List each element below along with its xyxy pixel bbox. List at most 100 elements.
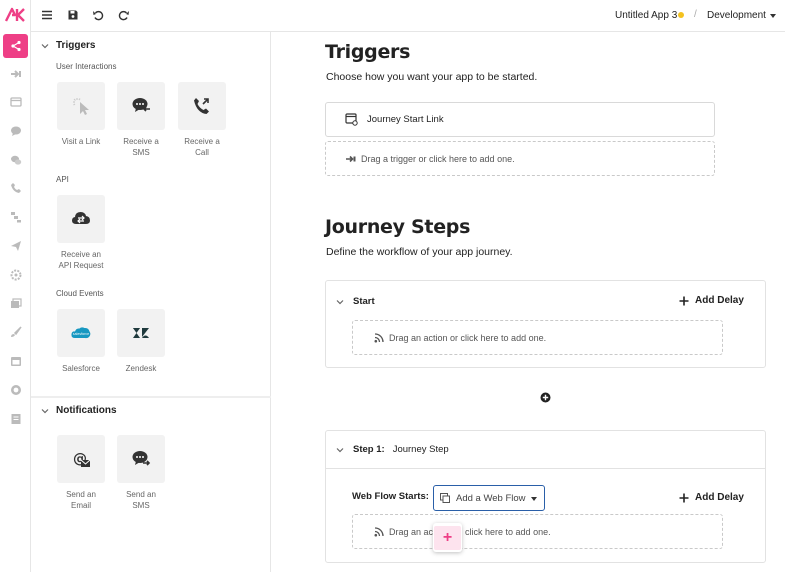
phone-icon [10,183,21,193]
add-delay-button[interactable]: Add Delay [679,295,744,306]
rail-steps[interactable] [3,205,28,229]
journey-steps-heading: Journey Steps [325,216,471,238]
chevron-down-icon [336,447,344,452]
rail-document[interactable] [3,407,28,431]
link-page-icon [345,113,358,126]
step-number: Step 1: [353,444,385,455]
trigger-journey-start-link[interactable]: Journey Start Link [325,102,715,137]
notifications-section-header[interactable]: Notifications [41,405,117,416]
undo-button[interactable] [91,8,105,22]
web-icon [9,97,22,107]
tile-send-sms[interactable] [117,435,165,483]
click-icon [73,98,89,115]
top-bar: Untitled App 3 / Development [31,0,785,32]
caret-down-icon[interactable] [770,14,776,18]
tile-receive-sms[interactable] [117,82,165,130]
add-delay-button[interactable]: Add Delay [679,492,744,503]
notifications-section-title: Notifications [56,405,117,416]
web-flow-icon [440,493,450,503]
rail-brush[interactable] [3,320,28,344]
triggers-section-header[interactable]: Triggers [41,40,95,51]
environment-select[interactable]: Development [707,10,766,21]
chevron-down-icon [41,408,49,413]
step-name[interactable]: Journey Step [393,444,449,455]
api-icon [72,212,90,224]
rail-settings[interactable] [3,263,28,287]
sms-receive-icon [132,98,150,112]
plus-icon [679,493,689,502]
add-step-icon[interactable] [540,392,551,403]
rail-cards[interactable] [3,292,28,316]
calendar-icon [10,357,21,366]
rail-phone[interactable] [3,176,28,200]
rail-send[interactable] [3,234,28,258]
status-dot [678,12,684,18]
chevron-down-icon [41,43,49,48]
salesforce-icon: salesforce [71,327,91,339]
rss-icon [374,332,384,342]
undo-icon [93,10,104,21]
triggers-subtitle: Choose how you want your app to be start… [326,71,538,83]
web-flow-placeholder: Add a Web Flow [456,492,526,504]
step-card-header[interactable]: Step 1: Journey Step [336,444,449,455]
step-action-drop-zone[interactable]: Drag an ac click here to add one. [352,514,723,549]
trigger-icon [10,70,21,78]
rail-web[interactable] [3,90,28,114]
start-card-header[interactable]: Start [336,296,383,307]
menu-icon [42,10,52,20]
zendesk-icon [133,328,149,338]
palette-panel: Triggers User Interactions Visit a Link … [31,32,271,572]
save-icon [68,10,78,20]
action-drop-zone[interactable]: Drag an action or click here to add one. [352,320,723,355]
step-drop-hint-left: Drag an ac [389,526,434,537]
rail-triggers[interactable] [3,62,28,86]
trigger-drop-hint: Drag a trigger or click here to add one. [361,153,515,164]
trigger-drop-zone[interactable]: Drag a trigger or click here to add one. [325,141,715,176]
redo-button[interactable] [117,8,131,22]
group-label-user-interactions: User Interactions [56,62,117,71]
web-flow-label: Web Flow Starts: [352,491,429,502]
tile-salesforce[interactable]: salesforce [57,309,105,357]
triggers-heading: Triggers [325,41,411,63]
breadcrumb-separator: / [694,9,697,20]
step-drop-hint-right: click here to add one. [465,526,551,537]
tile-receive-api-request[interactable] [57,195,105,243]
app-logo[interactable] [5,7,25,23]
tile-visit-link[interactable] [57,82,105,130]
start-card-title: Start [353,296,375,307]
triggers-section-title: Triggers [56,40,96,51]
action-drop-hint: Drag an action or click here to add one. [389,332,547,343]
trigger-icon [346,155,356,162]
rail-flow[interactable] [3,34,28,58]
tile-send-email[interactable]: @ [57,435,105,483]
rail-help[interactable] [3,378,28,402]
flow-icon [10,40,21,52]
chevron-down-icon [336,299,344,304]
tile-label: Send an SMS [126,490,156,510]
settings-icon [10,269,21,281]
section-divider [31,396,271,398]
group-label-api: API [56,175,69,184]
main-canvas: Triggers Choose how you want your app to… [272,32,785,572]
menu-button[interactable] [40,8,54,22]
left-rail [0,0,31,572]
rail-chat-bubbles[interactable] [3,148,28,172]
add-delay-label: Add Delay [695,492,744,503]
save-button[interactable] [66,8,80,22]
rail-calendar[interactable] [3,349,28,373]
tile-zendesk[interactable] [117,309,165,357]
app-title[interactable]: Untitled App 3 [615,10,677,21]
svg-text:salesforce: salesforce [73,332,89,336]
send-icon [10,241,21,251]
tile-receive-call[interactable] [178,82,226,130]
plus-icon: + [434,525,461,550]
journey-steps-subtitle: Define the workflow of your app journey. [326,246,513,258]
web-flow-select[interactable]: Add a Web Flow [433,485,545,511]
add-web-flow-fab[interactable]: + [433,523,462,552]
rail-chat[interactable] [3,119,28,143]
plus-icon [679,296,689,305]
email-icon: @ [73,451,91,467]
tile-label: Receive an API Request [58,250,104,270]
chat-icon [10,126,21,136]
steps-icon [10,212,21,223]
